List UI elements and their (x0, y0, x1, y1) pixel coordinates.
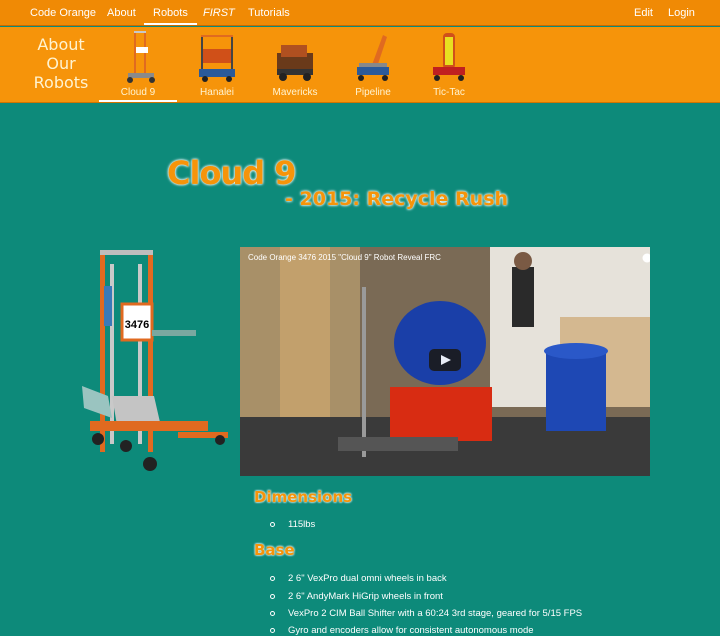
robot-thumbnail-hanalei (199, 35, 235, 82)
list-item-text: 2 6" AndyMark HiGrip wheels in front (288, 591, 443, 602)
robot-tab-label: Tic-Tac (433, 87, 465, 98)
robot-tab-label: Cloud 9 (120, 87, 156, 98)
robot-thumbnail-mavericks (277, 45, 313, 81)
heading-line-1: About (37, 35, 85, 54)
nav-about[interactable]: About (107, 0, 136, 26)
video-title: Code Orange 3476 2015 "Cloud 9" Robot Re… (248, 253, 441, 262)
robot-tab-label: Pipeline (355, 87, 391, 98)
robot-selector-bar: About Our Robots Cloud 9 Hanalei Maveric… (0, 27, 720, 103)
list-item-text: VexPro 2 CIM Ball Shifter with a 60:24 3… (288, 608, 583, 619)
bullet-icon (270, 611, 275, 616)
bullet-icon (270, 594, 275, 599)
about-our-robots-heading: About Our Robots (30, 35, 92, 92)
bullet-icon (270, 522, 275, 527)
robot-tab-mavericks[interactable]: Mavericks (268, 27, 322, 102)
play-button-icon[interactable] (429, 349, 461, 371)
nav-login[interactable]: Login (668, 0, 695, 26)
brand-link[interactable]: Code Orange (30, 0, 96, 26)
heading-line-2: Our (46, 54, 76, 73)
list-item-text: Gyro and encoders allow for consistent a… (288, 625, 534, 636)
page-title: Cloud 9 (167, 154, 297, 192)
robot-tab-label: Mavericks (272, 87, 318, 98)
bullet-icon (270, 576, 275, 581)
page-subtitle: - 2015: Recycle Rush (285, 188, 509, 210)
robot-tab-cloud9[interactable]: Cloud 9 (99, 27, 177, 102)
top-navbar: Code Orange About Robots FIRST Tutorials… (0, 0, 720, 26)
heading-line-3: Robots (33, 73, 89, 92)
nav-edit[interactable]: Edit (634, 0, 653, 26)
nav-first[interactable]: FIRST (203, 0, 235, 26)
dimensions-heading: Dimensions (254, 488, 353, 506)
robot-number-label: 3476 (125, 319, 149, 331)
robot-tab-pipeline[interactable]: Pipeline (348, 27, 398, 102)
robot-photo: 3476 (82, 250, 228, 471)
robot-thumbnail-tictac (433, 33, 465, 81)
clock-icon[interactable] (642, 253, 651, 263)
robot-tab-tictac[interactable]: Tic-Tac (424, 27, 474, 102)
base-heading: Base (254, 541, 295, 559)
bullet-icon (270, 628, 275, 633)
list-item-text: 2 6" VexPro dual omni wheels in back (288, 573, 447, 584)
nav-robots[interactable]: Robots (144, 0, 197, 25)
list-item-text: 115lbs (288, 519, 316, 530)
robot-thumbnail-pipeline (357, 35, 389, 81)
nav-tutorials[interactable]: Tutorials (248, 0, 290, 26)
robot-tab-label: Hanalei (200, 87, 234, 98)
video-player[interactable]: Code Orange 3476 2015 "Cloud 9" Robot Re… (240, 247, 650, 476)
robot-thumbnail-cloud9 (127, 31, 155, 83)
robot-tab-hanalei[interactable]: Hanalei (190, 27, 244, 102)
